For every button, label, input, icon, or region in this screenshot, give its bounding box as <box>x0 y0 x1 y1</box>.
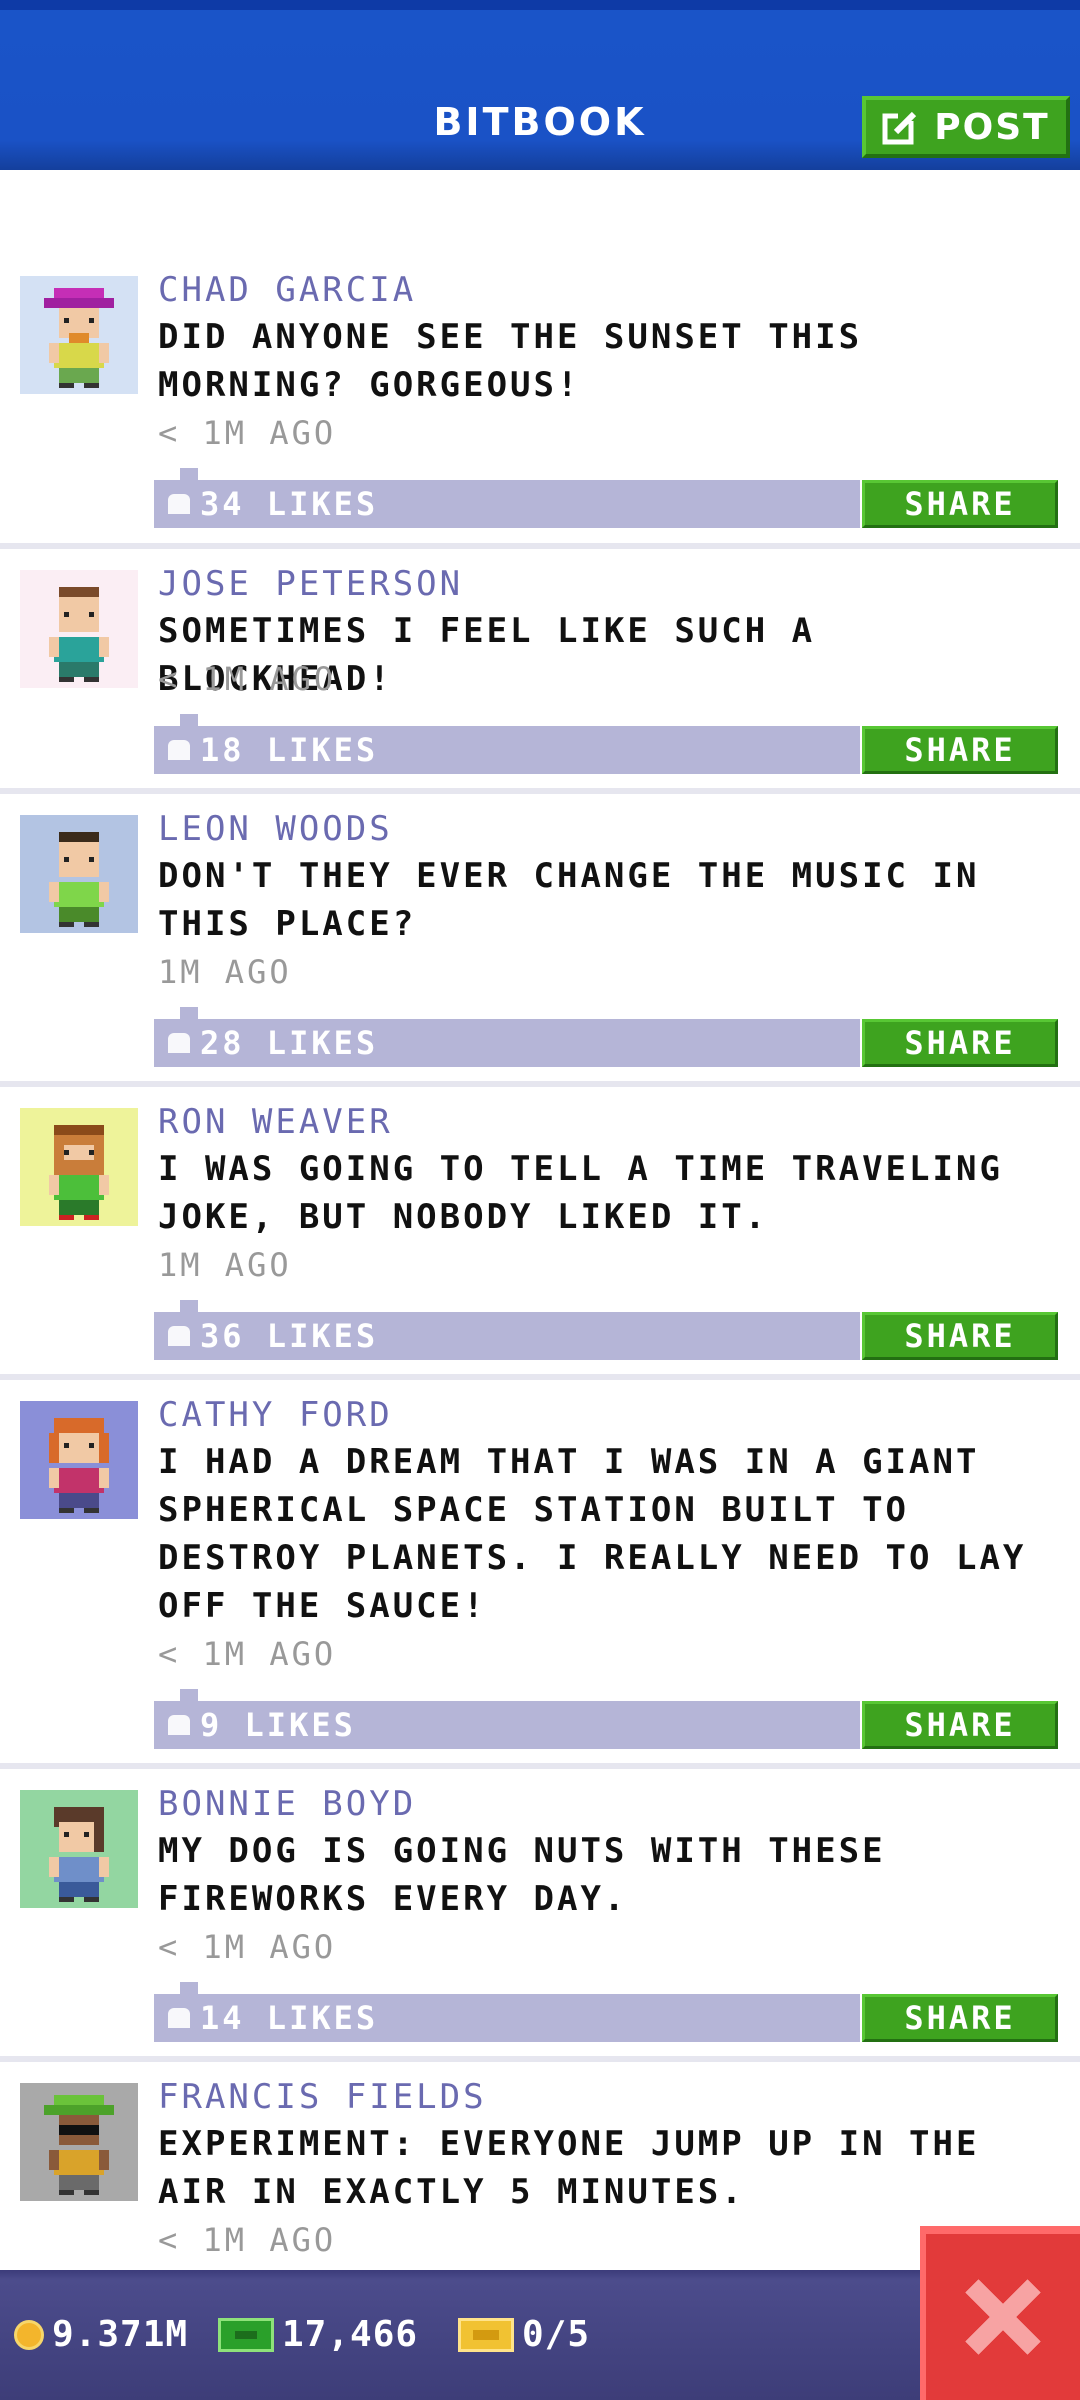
close-icon <box>965 2279 1041 2355</box>
post-time: 1M AGO <box>158 1246 292 1284</box>
avatar-figure <box>44 288 114 388</box>
tickets-value: 0/5 <box>522 2314 591 2355</box>
likes-count: 28 LIKES <box>200 1024 379 1062</box>
like-bar-tab <box>180 1300 198 1312</box>
post-time: < 1M AGO <box>158 1928 337 1966</box>
post-author[interactable]: LEON WOODS <box>158 809 393 849</box>
like-bar: 36 LIKES <box>154 1300 860 1360</box>
status-bar: 9.371M 17,466 0/5 <box>0 2270 1080 2400</box>
feed-list[interactable]: CHAD GARCIA DID ANYONE SEE THE SUNSET TH… <box>0 170 1080 2270</box>
post-time: < 1M AGO <box>158 1635 337 1673</box>
like-icon <box>168 1033 190 1053</box>
likes-count: 36 LIKES <box>200 1317 379 1355</box>
share-button[interactable]: SHARE <box>862 1994 1058 2042</box>
avatar <box>20 1401 138 1519</box>
post-author[interactable]: JOSE PETERSON <box>158 564 463 604</box>
like-bar-tab <box>180 1689 198 1701</box>
avatar <box>20 1790 138 1908</box>
tickets-stat: 0/5 <box>458 2314 590 2355</box>
coins-value: 9.371M <box>52 2314 189 2355</box>
post-author[interactable]: CATHY FORD <box>158 1395 393 1435</box>
post-message: EXPERIMENT: EVERYONE JUMP UP IN THE AIR … <box>158 2124 980 2212</box>
share-button[interactable]: SHARE <box>862 726 1058 774</box>
post-message: DON'T THEY EVER CHANGE THE MUSIC IN THIS… <box>158 856 980 944</box>
avatar <box>20 815 138 933</box>
avatar-figure <box>49 1807 109 1902</box>
likes-count: 14 LIKES <box>200 1999 379 2037</box>
likes-count: 34 LIKES <box>200 485 379 523</box>
avatar-figure <box>49 1125 109 1220</box>
avatar-figure <box>49 1418 109 1513</box>
header-bar: BITBOOK POST <box>0 0 1080 170</box>
avatar <box>20 1108 138 1226</box>
share-button[interactable]: SHARE <box>862 480 1058 528</box>
post-message: MY DOG IS GOING NUTS WITH THESE FIREWORK… <box>158 1831 886 1919</box>
coins-stat: 9.371M <box>14 2314 188 2355</box>
ticket-icon <box>458 2317 514 2352</box>
like-icon <box>168 1326 190 1346</box>
divider <box>0 788 1080 794</box>
like-icon <box>168 2008 190 2028</box>
like-bar-tab <box>180 1982 198 1994</box>
divider <box>0 1374 1080 1380</box>
post-author[interactable]: RON WEAVER <box>158 1102 393 1142</box>
bux-stat: 17,466 <box>218 2314 418 2355</box>
post-time: < 1M AGO <box>158 660 337 698</box>
divider <box>0 543 1080 549</box>
like-bar: 14 LIKES <box>154 1982 860 2042</box>
post-message: I WAS GOING TO TELL A TIME TRAVELING JOK… <box>158 1149 1003 1237</box>
post-author[interactable]: CHAD GARCIA <box>158 270 416 310</box>
post-time: < 1M AGO <box>158 2221 337 2259</box>
share-button[interactable]: SHARE <box>862 1701 1058 1749</box>
avatar <box>20 276 138 394</box>
like-icon <box>168 1715 190 1735</box>
edit-icon <box>882 111 917 145</box>
divider <box>0 1763 1080 1769</box>
post-time: < 1M AGO <box>158 414 337 452</box>
like-bar-tab <box>180 1007 198 1019</box>
post-button[interactable]: POST <box>862 96 1070 158</box>
post-time: 1M AGO <box>158 953 292 991</box>
post-message: DID ANYONE SEE THE SUNSET THIS MORNING? … <box>158 317 863 405</box>
post-button-label: POST <box>934 106 1050 148</box>
share-button[interactable]: SHARE <box>862 1019 1058 1067</box>
avatar-figure <box>44 2095 114 2195</box>
divider <box>0 2056 1080 2062</box>
close-button[interactable] <box>920 2226 1080 2400</box>
like-bar: 18 LIKES <box>154 714 860 774</box>
likes-count: 9 LIKES <box>200 1706 356 1744</box>
like-bar: 9 LIKES <box>154 1689 860 1749</box>
bux-value: 17,466 <box>282 2314 419 2355</box>
coin-icon <box>14 2319 44 2350</box>
likes-count: 18 LIKES <box>200 731 379 769</box>
avatar <box>20 2083 138 2201</box>
like-bar: 28 LIKES <box>154 1007 860 1067</box>
like-icon <box>168 494 190 514</box>
post-author[interactable]: BONNIE BOYD <box>158 1784 416 1824</box>
post-author[interactable]: FRANCIS FIELDS <box>158 2077 487 2117</box>
like-bar-tab <box>180 468 198 480</box>
post-message: I HAD A DREAM THAT I WAS IN A GIANT SPHE… <box>158 1442 1027 1626</box>
bux-icon <box>218 2317 274 2352</box>
avatar-figure <box>49 587 109 682</box>
share-button[interactable]: SHARE <box>862 1312 1058 1360</box>
like-bar-tab <box>180 714 198 726</box>
avatar <box>20 570 138 688</box>
divider <box>0 1081 1080 1087</box>
like-bar: 34 LIKES <box>154 468 860 528</box>
avatar-figure <box>49 832 109 927</box>
like-icon <box>168 740 190 760</box>
